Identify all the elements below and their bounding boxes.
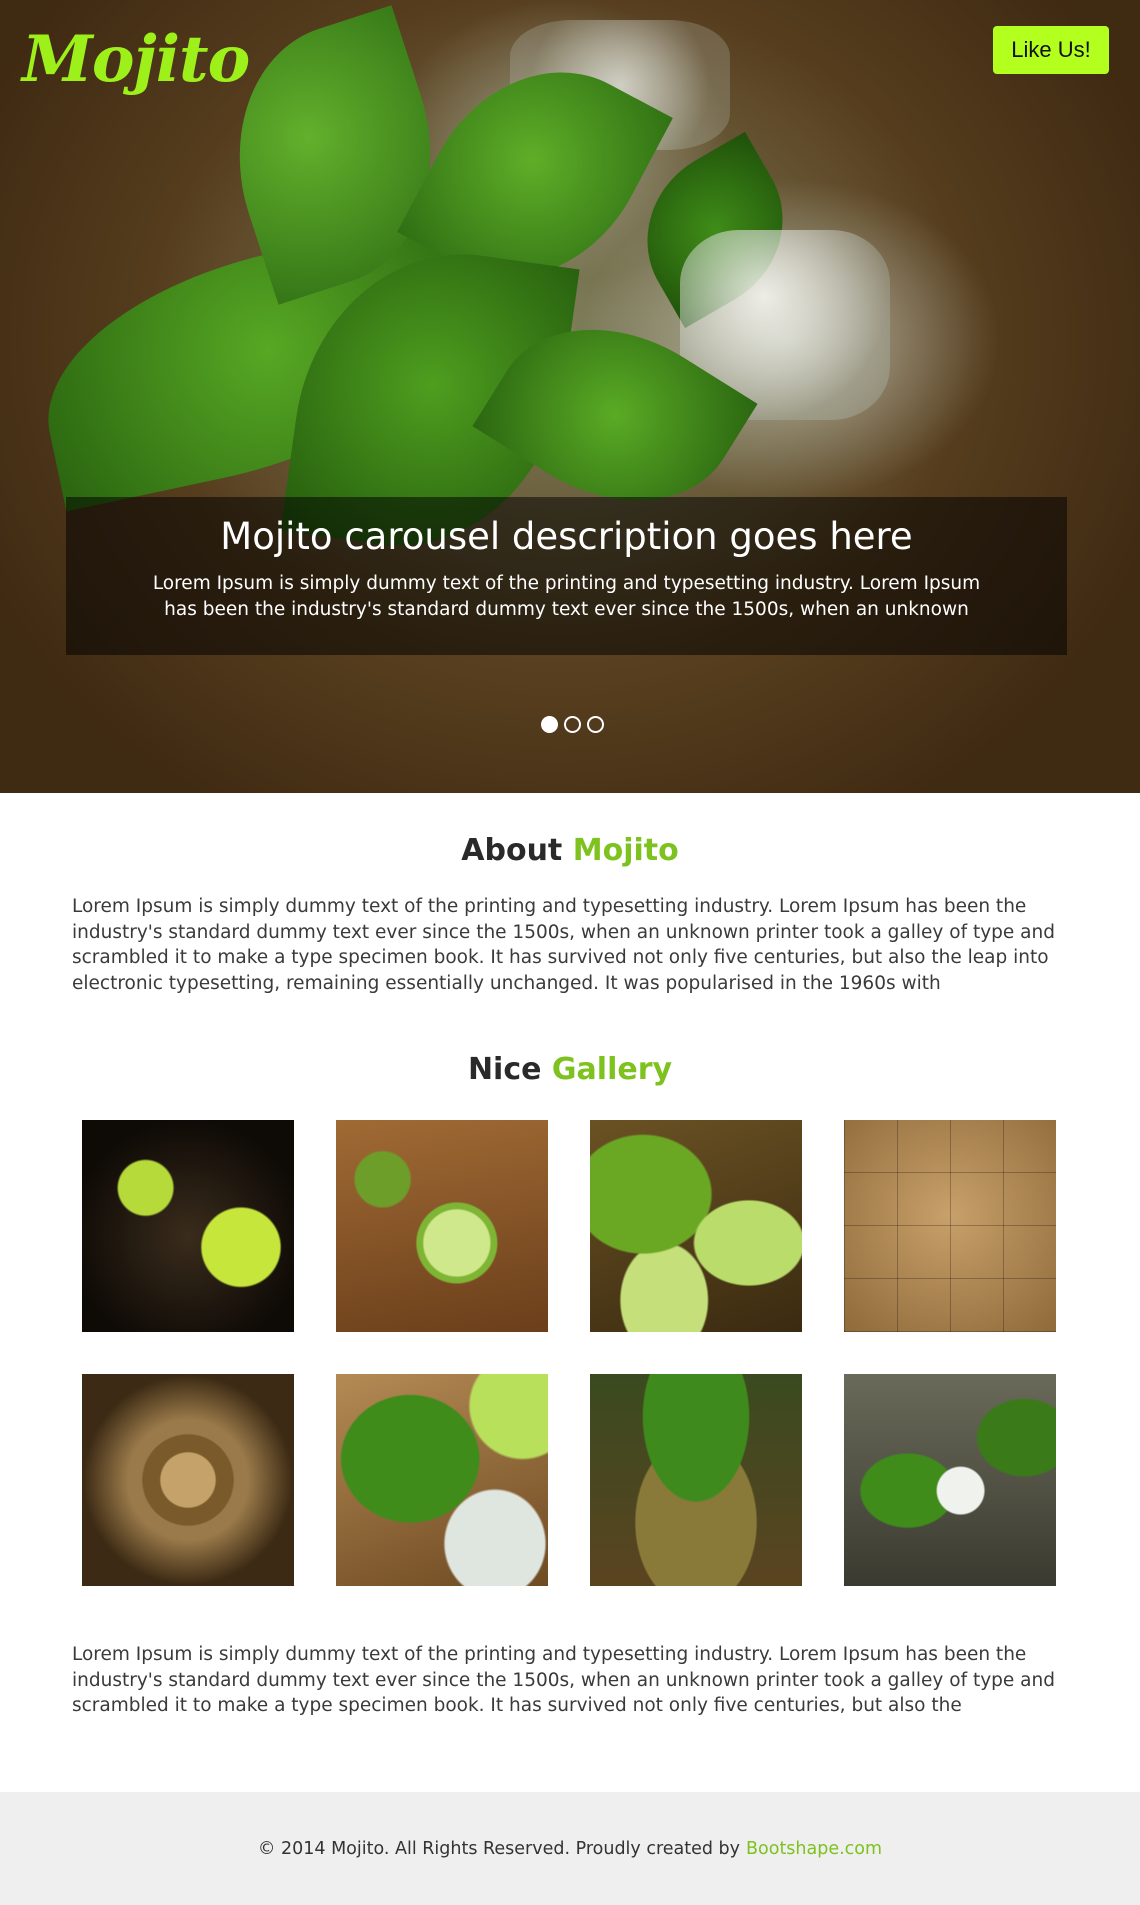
carousel-indicator-2[interactable] (564, 716, 581, 733)
gallery-image-cut-limes-on-board[interactable] (336, 1120, 548, 1332)
about-heading-plain: About (461, 833, 563, 868)
gallery-heading: Nice Gallery (0, 1052, 1140, 1087)
gallery-image-mojito-glass-pour[interactable] (844, 1374, 1056, 1586)
about-heading: About Mojito (0, 833, 1140, 868)
about-heading-accent: Mojito (572, 833, 679, 868)
gallery-image-mint-and-lime-with-ice[interactable] (336, 1374, 548, 1586)
hero-carousel: Mojito Like Us! Mojito carousel descript… (0, 0, 1140, 793)
carousel-indicator-3[interactable] (587, 716, 604, 733)
gallery-image-sugar-cubes-in-glass[interactable] (82, 1374, 294, 1586)
footer: © 2014 Mojito. All Rights Reserved. Prou… (0, 1792, 1140, 1905)
gallery-image-mint-glasses[interactable] (590, 1374, 802, 1586)
carousel-title: Mojito carousel description goes here (220, 515, 913, 558)
like-us-button[interactable]: Like Us! (993, 26, 1109, 74)
bottom-text: Lorem Ipsum is simply dummy text of the … (72, 1644, 1055, 1716)
footer-link-bootshape[interactable]: Bootshape.com (746, 1839, 882, 1859)
brand-logo[interactable]: Mojito (22, 22, 250, 97)
footer-copyright: © 2014 Mojito. All Rights Reserved. Prou… (257, 1838, 741, 1859)
gallery-heading-plain: Nice (467, 1052, 542, 1087)
carousel-caption: Mojito carousel description goes here Lo… (66, 497, 1067, 655)
gallery-image-lime-wedges[interactable] (590, 1120, 802, 1332)
about-text: Lorem Ipsum is simply dummy text of the … (72, 896, 1055, 994)
gallery-image-limes-on-plate[interactable] (82, 1120, 294, 1332)
gallery-heading-accent: Gallery (551, 1052, 673, 1087)
carousel-indicator-1[interactable] (541, 716, 558, 733)
carousel-text: Lorem Ipsum is simply dummy text of the … (152, 573, 981, 620)
gallery-image-brown-sugar-cubes[interactable] (844, 1120, 1056, 1332)
carousel-indicators (541, 716, 604, 733)
